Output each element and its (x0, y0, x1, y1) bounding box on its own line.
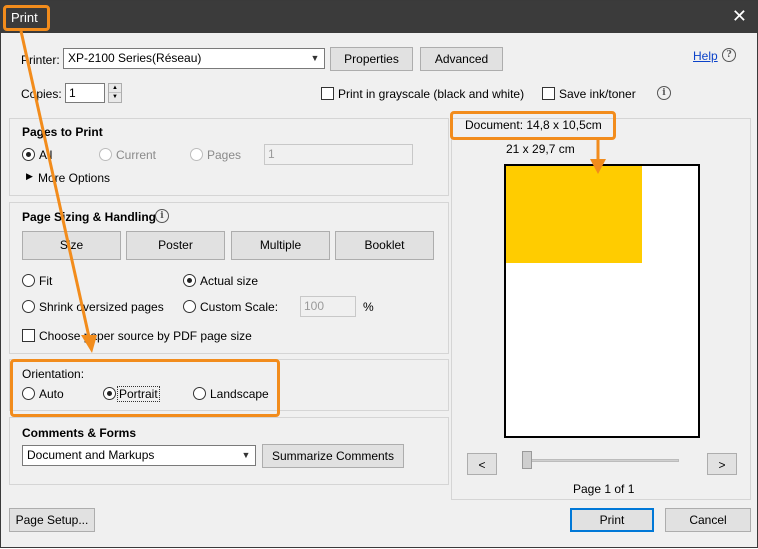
arrow-line-to-orientation (19, 30, 91, 338)
annotation-arrows (19, 30, 606, 353)
arrow-head-orientation-icon (81, 335, 97, 353)
arrow-head-preview-icon (590, 159, 606, 174)
print-dialog: Print ✕ Printer: XP-2100 Series(Réseau) … (0, 0, 758, 548)
